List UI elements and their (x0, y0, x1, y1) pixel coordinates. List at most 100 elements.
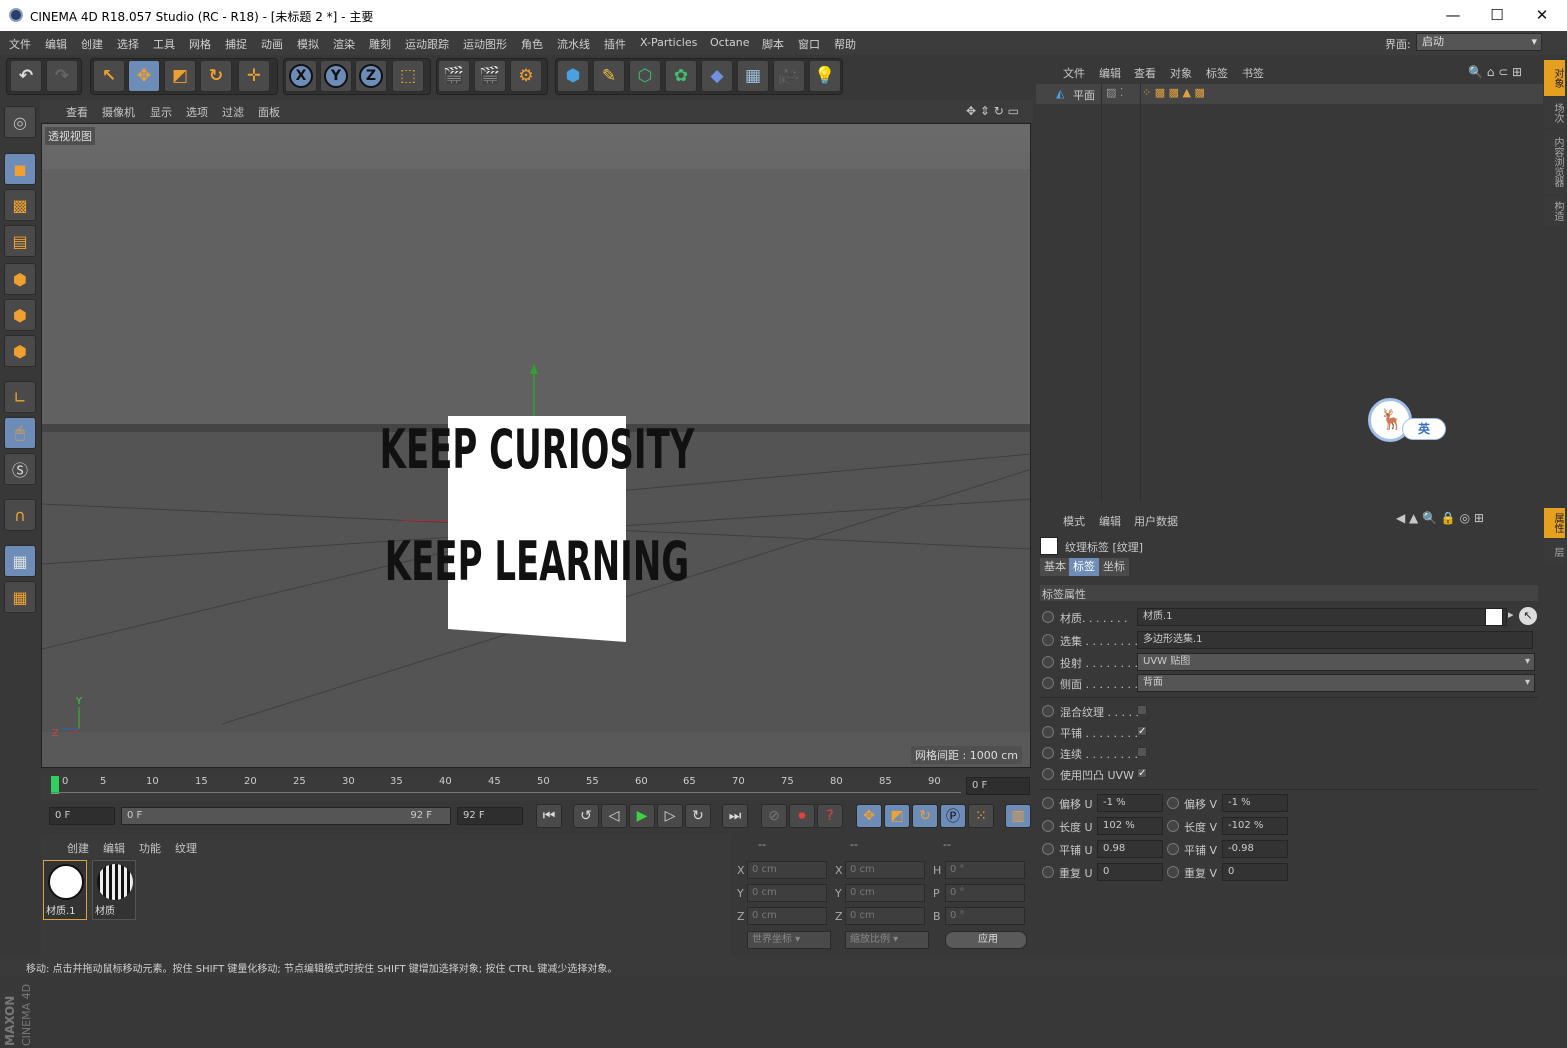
viewport-menu-cameras[interactable]: 摄像机 (102, 104, 135, 120)
position-x-field[interactable]: 0 cm (747, 861, 827, 879)
offset-v-field[interactable]: -1 % (1222, 794, 1288, 812)
menu-plugins[interactable]: 插件 (604, 36, 626, 52)
undo-icon[interactable]: ↶ (10, 60, 42, 92)
layout-select[interactable]: 启动 ▾ (1416, 33, 1542, 51)
viewport-nav-icons[interactable]: ✥ ⇕ ↻ ▭ (966, 104, 1019, 118)
menu-mesh[interactable]: 网格 (189, 36, 211, 52)
cloner-icon[interactable]: ✿ (665, 60, 697, 92)
attr-nav-icons[interactable]: ◀ ▲ 🔍 🔒 ◎ ⊞ (1396, 511, 1484, 525)
tab-basic[interactable]: 基本 (1040, 558, 1070, 576)
tab-tag[interactable]: 标签 (1069, 558, 1099, 576)
object-menu-tags[interactable]: 标签 (1206, 65, 1228, 81)
key-pla-icon[interactable]: ⁙ (968, 804, 994, 828)
autokey-icon[interactable]: ⏺ (789, 804, 815, 828)
perspective-viewport[interactable]: KEEP CURIOSITY KEEP LEARNING Y Z 透视视图 网格… (41, 123, 1031, 768)
pen-spline-icon[interactable]: ✎ (593, 60, 625, 92)
side-tab-objects[interactable]: 对象 (1544, 60, 1565, 96)
viewport-menu-view[interactable]: 查看 (66, 104, 88, 120)
repeat-u-field[interactable]: 0 (1097, 863, 1163, 881)
menu-help[interactable]: 帮助 (834, 36, 856, 52)
camera-object-icon[interactable]: 🎥 (773, 60, 805, 92)
position-z-field[interactable]: 0 cm (747, 907, 827, 925)
object-menu-bookmarks[interactable]: 书签 (1242, 65, 1264, 81)
length-v-radio[interactable] (1167, 820, 1179, 832)
selection-radio[interactable] (1042, 634, 1054, 646)
use-bump-uvw-radio[interactable] (1042, 768, 1054, 780)
menu-edit[interactable]: 编辑 (45, 36, 67, 52)
material-menu-function[interactable]: 功能 (139, 840, 161, 856)
material-picker-icon[interactable]: ↖ (1519, 607, 1537, 625)
size-x-field[interactable]: 0 cm (845, 861, 925, 879)
menu-snap[interactable]: 捕捉 (225, 36, 247, 52)
tab-coordinates[interactable]: 坐标 (1099, 558, 1129, 576)
tweak-mode-icon[interactable]: 🖱 (4, 417, 36, 449)
play-icon[interactable]: ▶ (629, 804, 655, 828)
tiles-v-radio[interactable] (1167, 843, 1179, 855)
record-keys-icon[interactable]: ⊘ (761, 804, 787, 828)
apply-button[interactable]: 应用 (945, 931, 1027, 949)
model-mode-icon[interactable]: ◼ (4, 153, 36, 185)
rotation-h-field[interactable]: 0 ° (945, 861, 1025, 879)
material-thumbnail[interactable]: 材质 (92, 860, 136, 920)
menu-x-particles[interactable]: X-Particles (640, 36, 697, 49)
material-menu-arrow-icon[interactable]: ▸ (1508, 608, 1514, 621)
key-parameter-icon[interactable]: Ⓟ (940, 804, 966, 828)
rotation-b-field[interactable]: 0 ° (945, 907, 1025, 925)
prev-frame-icon[interactable]: ◁ (601, 804, 627, 828)
subdivision-surface-icon[interactable]: ⬡ (629, 60, 661, 92)
attr-menu-edit[interactable]: 编辑 (1099, 513, 1121, 529)
minimize-button[interactable]: — (1433, 4, 1473, 26)
texture-mode-icon[interactable]: ▩ (4, 189, 36, 221)
menu-simulate[interactable]: 模拟 (297, 36, 319, 52)
z-axis-lock-button[interactable]: Z (355, 60, 387, 92)
render-view-icon[interactable]: 🎬 (438, 60, 470, 92)
viewport-menu-options[interactable]: 选项 (186, 104, 208, 120)
key-scale-icon[interactable]: ◩ (884, 804, 910, 828)
material-menu-texture[interactable]: 纹理 (175, 840, 197, 856)
menu-sculpt[interactable]: 雕刻 (369, 36, 391, 52)
key-rotation-icon[interactable]: ↻ (912, 804, 938, 828)
points-mode-icon[interactable]: ⬢ (4, 263, 36, 295)
repeat-v-field[interactable]: 0 (1222, 863, 1288, 881)
axis-mode-icon[interactable]: ∟ (4, 381, 36, 413)
workplane-lock-icon[interactable]: ▦ (4, 545, 36, 577)
floor-object-icon[interactable]: ▦ (737, 60, 769, 92)
side-tab-layers[interactable]: 层 (1544, 540, 1565, 564)
planar-workplane-icon[interactable]: ▦ (4, 581, 36, 613)
offset-u-field[interactable]: -1 % (1097, 794, 1163, 812)
redo-icon[interactable]: ↷ (46, 60, 78, 92)
menu-animate[interactable]: 动画 (261, 36, 283, 52)
goto-end-icon[interactable]: ⏭ (722, 804, 748, 828)
cube-object-icon[interactable]: ⬢ (557, 60, 589, 92)
object-menu-file[interactable]: 文件 (1063, 65, 1085, 81)
side-tab-content-browser[interactable]: 内容浏览器 (1544, 130, 1565, 194)
object-menu-objects[interactable]: 对象 (1170, 65, 1192, 81)
light-object-icon[interactable]: 💡 (809, 60, 841, 92)
side-tab-attributes[interactable]: 属性 (1544, 508, 1565, 538)
timeline-ruler[interactable]: 0 5 10 15 20 25 30 35 40 45 50 55 60 65 … (41, 772, 1031, 800)
menu-mograph[interactable]: 运动图形 (463, 36, 507, 52)
side-select[interactable]: 背面 ▾ (1137, 674, 1535, 692)
seamless-radio[interactable] (1042, 747, 1054, 759)
object-row-plane[interactable]: ◭ 平面 ▨ ⁚ ⁘ ▩ ▩ ▲ ▩ (1036, 84, 1543, 104)
workplane-mode-icon[interactable]: ▤ (4, 225, 36, 257)
maximize-button[interactable]: ☐ (1477, 4, 1517, 26)
position-y-field[interactable]: 0 cm (747, 884, 827, 902)
render-picture-viewer-icon[interactable]: 🎬 (474, 60, 506, 92)
menu-select[interactable]: 选择 (117, 36, 139, 52)
deformer-icon[interactable]: ◆ (701, 60, 733, 92)
offset-v-radio[interactable] (1167, 797, 1179, 809)
close-button[interactable]: ✕ (1522, 4, 1562, 26)
make-editable-icon[interactable]: ◎ (4, 106, 36, 138)
tiles-u-radio[interactable] (1042, 843, 1054, 855)
rotate-tool-icon[interactable]: ↻ (200, 60, 232, 92)
side-radio[interactable] (1042, 677, 1054, 689)
material-menu-create[interactable]: 创建 (67, 840, 89, 856)
visibility-toggle-icon[interactable]: ▨ ⁚ (1106, 86, 1123, 99)
menu-file[interactable]: 文件 (9, 36, 31, 52)
end-frame-field[interactable]: 92 F (457, 807, 523, 825)
viewport-menu-display[interactable]: 显示 (150, 104, 172, 120)
live-selection-icon[interactable]: ↖ (93, 60, 125, 92)
scale-mode-select[interactable]: 缩放比例 ▾ (845, 931, 929, 949)
object-menu-view[interactable]: 查看 (1134, 65, 1156, 81)
